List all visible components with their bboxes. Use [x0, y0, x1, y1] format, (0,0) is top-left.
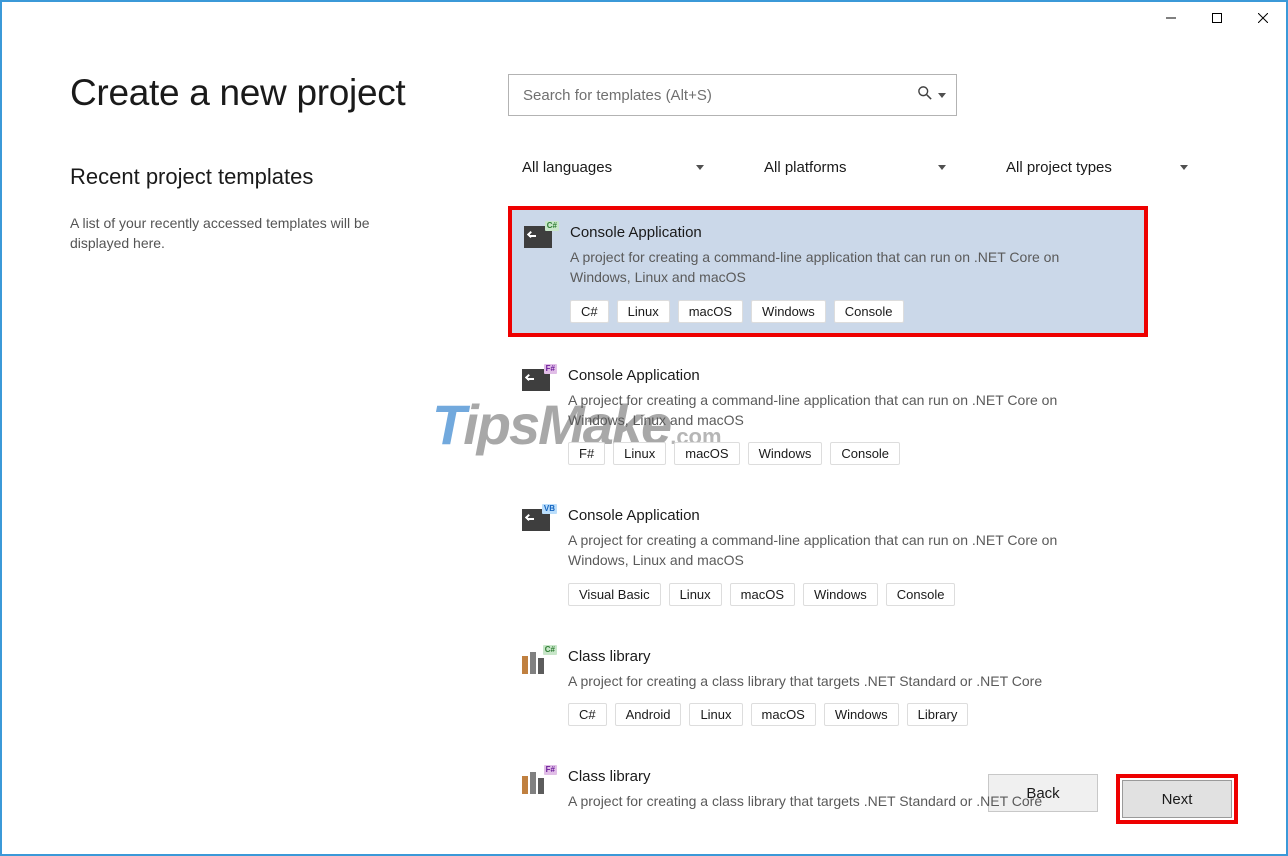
language-badge: F# — [544, 765, 557, 775]
class-library-icon: C# — [522, 650, 554, 674]
search-dropdown-caret[interactable] — [938, 93, 946, 98]
template-item[interactable]: C# Console Application A project for creat… — [508, 206, 1148, 337]
template-tags: F# Linux macOS Windows Console — [568, 442, 1138, 465]
template-description: A project for creating a command-line ap… — [568, 390, 1108, 431]
template-tag: Linux — [617, 300, 670, 323]
template-description: A project for creating a command-line ap… — [570, 247, 1110, 288]
template-tag: Console — [886, 583, 956, 606]
template-title: Class library — [568, 768, 1138, 785]
class-library-icon: F# — [522, 770, 554, 794]
filter-platform-label: All platforms — [764, 159, 847, 176]
template-tags: C# Linux macOS Windows Console — [570, 300, 1136, 323]
template-title: Console Application — [568, 507, 1138, 524]
template-tag: Library — [907, 703, 969, 726]
template-title: Console Application — [568, 367, 1138, 384]
search-icon[interactable] — [918, 86, 932, 105]
template-title: Console Application — [570, 224, 1136, 241]
console-icon: F# — [522, 369, 554, 393]
template-tag: Windows — [803, 583, 878, 606]
template-tag: Linux — [689, 703, 742, 726]
template-tag: Linux — [669, 583, 722, 606]
template-tag: Windows — [824, 703, 899, 726]
template-title: Class library — [568, 648, 1138, 665]
search-input[interactable] — [523, 87, 918, 104]
template-tag: Android — [615, 703, 682, 726]
recent-empty-text: A list of your recently accessed templat… — [70, 214, 430, 253]
template-tag: C# — [570, 300, 609, 323]
window-titlebar — [2, 2, 1286, 34]
filter-project-type-label: All project types — [1006, 159, 1112, 176]
template-tag: C# — [568, 703, 607, 726]
search-templates-box[interactable] — [508, 74, 957, 116]
template-tag: Console — [830, 442, 900, 465]
chevron-down-icon — [696, 165, 704, 170]
close-button[interactable] — [1240, 2, 1286, 34]
template-tag: Linux — [613, 442, 666, 465]
template-tag: macOS — [674, 442, 739, 465]
filter-project-type[interactable]: All project types — [992, 152, 1198, 182]
template-item[interactable]: VB Console Application A project for creat… — [508, 491, 1148, 618]
language-badge: C# — [545, 221, 559, 231]
console-icon: VB — [522, 509, 554, 533]
template-item[interactable]: C# Class library A project for creating a … — [508, 632, 1148, 738]
language-badge: F# — [544, 364, 557, 374]
minimize-button[interactable] — [1148, 2, 1194, 34]
template-tag: F# — [568, 442, 605, 465]
template-item[interactable]: F# Console Application A project for creat… — [508, 351, 1148, 478]
console-icon: C# — [524, 226, 556, 250]
language-badge: C# — [543, 645, 557, 655]
template-description: A project for creating a class library t… — [568, 671, 1108, 691]
chevron-down-icon — [938, 165, 946, 170]
filter-language[interactable]: All languages — [508, 152, 714, 182]
filter-language-label: All languages — [522, 159, 612, 176]
page-title: Create a new project — [70, 72, 498, 114]
template-tag: macOS — [730, 583, 795, 606]
template-description: A project for creating a command-line ap… — [568, 530, 1108, 571]
template-tag: Windows — [748, 442, 823, 465]
recent-templates-heading: Recent project templates — [70, 164, 498, 190]
template-tag: macOS — [751, 703, 816, 726]
template-tag: Visual Basic — [568, 583, 661, 606]
template-tag: Windows — [751, 300, 826, 323]
template-tags: C# Android Linux macOS Windows Library — [568, 703, 1138, 726]
template-description: A project for creating a class library t… — [568, 791, 1108, 811]
maximize-button[interactable] — [1194, 2, 1240, 34]
template-tags: Visual Basic Linux macOS Windows Console — [568, 583, 1138, 606]
template-tag: macOS — [678, 300, 743, 323]
template-tag: Console — [834, 300, 904, 323]
templates-list: C# Console Application A project for creat… — [508, 206, 1218, 835]
language-badge: VB — [542, 504, 557, 514]
template-item[interactable]: F# Class library A project for creating a … — [508, 752, 1148, 835]
filter-platform[interactable]: All platforms — [750, 152, 956, 182]
chevron-down-icon — [1180, 165, 1188, 170]
